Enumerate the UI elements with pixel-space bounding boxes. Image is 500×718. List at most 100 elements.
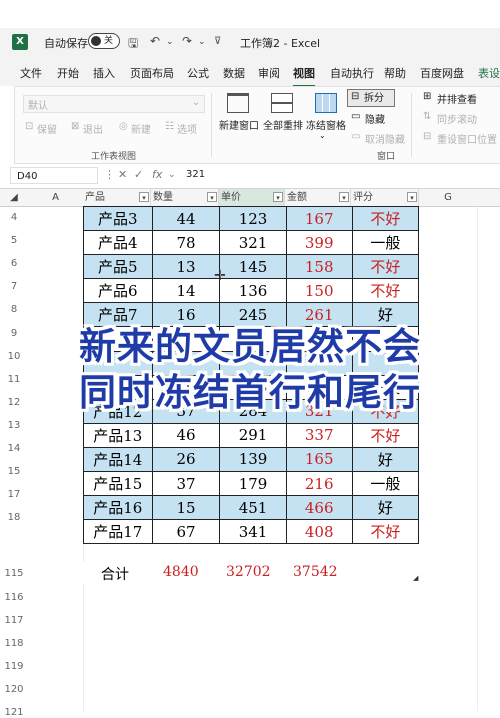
- table-row[interactable]: 产品13 46 291 337 不好: [83, 422, 420, 448]
- cell-price[interactable]: 291: [219, 422, 287, 448]
- row-number[interactable]: 120: [0, 684, 28, 695]
- arrange-all-button[interactable]: 全部重排: [263, 117, 303, 132]
- name-box[interactable]: D40: [10, 167, 98, 184]
- cell-qty[interactable]: 46: [151, 422, 221, 448]
- row-number[interactable]: 115: [0, 568, 28, 579]
- cell-qty[interactable]: 78: [151, 230, 221, 256]
- cell-price[interactable]: 179: [219, 471, 287, 497]
- cell-product[interactable]: 产品13: [83, 422, 153, 448]
- table-row[interactable]: 产品16 15 451 466 好: [83, 495, 420, 521]
- cell-amount[interactable]: 150: [285, 278, 353, 304]
- new-window-button[interactable]: 新建窗口: [219, 117, 259, 132]
- column-header-g[interactable]: G: [419, 189, 477, 206]
- filter-dropdown-icon[interactable]: ▾: [207, 192, 217, 202]
- row-number[interactable]: 118: [0, 638, 28, 649]
- table-resize-handle[interactable]: ◢: [413, 574, 418, 582]
- redo-icon[interactable]: ↷: [182, 34, 192, 48]
- cell-amount[interactable]: 167: [285, 205, 353, 232]
- cell-product[interactable]: 产品15: [83, 471, 153, 497]
- row-number[interactable]: 8: [0, 304, 28, 315]
- cell-amount[interactable]: 216: [285, 471, 353, 497]
- cell-amount[interactable]: 408: [285, 519, 353, 545]
- table-row[interactable]: 产品5 13 145 158 不好: [83, 254, 420, 280]
- tab-data[interactable]: 数据: [223, 65, 245, 81]
- cell-product[interactable]: 产品6: [83, 278, 153, 304]
- cell-amount[interactable]: 399: [285, 230, 353, 256]
- cell-price[interactable]: 123: [219, 205, 287, 232]
- table-row[interactable]: 产品15 37 179 216 一般: [83, 471, 420, 497]
- cell-amount[interactable]: 165: [285, 446, 353, 473]
- tab-file[interactable]: 文件: [20, 65, 42, 81]
- undo-dropdown-icon[interactable]: ⌄: [166, 37, 174, 47]
- filter-dropdown-icon[interactable]: ▾: [273, 192, 283, 202]
- row-number[interactable]: 119: [0, 661, 28, 672]
- sheet-view-exit[interactable]: 退出: [83, 121, 103, 136]
- row-number[interactable]: 5: [0, 235, 28, 246]
- hide-button[interactable]: 隐藏: [365, 111, 385, 126]
- cell-product[interactable]: 产品16: [83, 495, 153, 521]
- tab-formulas[interactable]: 公式: [187, 65, 209, 81]
- table-row[interactable]: 产品17 67 341 408 不好: [83, 519, 420, 545]
- side-by-side-button[interactable]: 并排查看: [437, 91, 477, 106]
- cell-product[interactable]: 产品4: [83, 230, 153, 256]
- cell-amount[interactable]: 337: [285, 422, 353, 448]
- cell-rating[interactable]: 不好: [351, 254, 420, 280]
- table-row[interactable]: 产品6 14 136 150 不好: [83, 278, 420, 304]
- cell-rating[interactable]: 不好: [351, 205, 420, 232]
- cell-qty[interactable]: 67: [151, 519, 221, 545]
- cell-rating[interactable]: 不好: [351, 422, 420, 448]
- cell-product[interactable]: 产品3: [83, 205, 153, 232]
- redo-dropdown-icon[interactable]: ⌄: [198, 37, 206, 47]
- cell-qty[interactable]: 37: [151, 471, 221, 497]
- sheet-view-new[interactable]: 新建: [131, 121, 151, 136]
- row-number[interactable]: 17: [0, 489, 28, 500]
- table-row[interactable]: 产品3 44 123 167 不好: [83, 205, 420, 232]
- tab-page-layout[interactable]: 页面布局: [130, 65, 174, 81]
- cell-qty[interactable]: 14: [151, 278, 221, 304]
- cell-rating[interactable]: 不好: [351, 519, 420, 545]
- cell-price[interactable]: 136: [219, 278, 287, 304]
- tab-view[interactable]: 视图: [293, 65, 315, 87]
- cell-amount[interactable]: 466: [285, 495, 353, 521]
- filter-header-price[interactable]: 单价 ▾: [219, 189, 285, 206]
- row-number[interactable]: 14: [0, 443, 28, 454]
- filter-header-rating[interactable]: 评分 ▾: [351, 189, 419, 206]
- sheet-view-options[interactable]: 选项: [177, 121, 197, 136]
- row-number[interactable]: 117: [0, 615, 28, 626]
- filter-header-qty[interactable]: 数量 ▾: [151, 189, 219, 206]
- tab-baidu-netdisk[interactable]: 百度网盘: [420, 65, 464, 81]
- row-number[interactable]: 116: [0, 592, 28, 603]
- insert-function-icon[interactable]: fx: [152, 168, 162, 181]
- total-row[interactable]: 合计 4840 32702 37542 ◢: [83, 562, 419, 584]
- cell-rating[interactable]: 好: [351, 495, 420, 521]
- freeze-panes-button[interactable]: 冻结窗格: [306, 117, 346, 132]
- tab-automate[interactable]: 自动执行: [330, 65, 374, 81]
- filter-dropdown-icon[interactable]: ▾: [139, 192, 149, 202]
- cell-rating[interactable]: 一般: [351, 471, 420, 497]
- column-header-a[interactable]: A: [28, 189, 83, 206]
- cell-product[interactable]: 产品17: [83, 519, 153, 545]
- cell-qty[interactable]: 26: [151, 446, 221, 473]
- cancel-icon[interactable]: ✕: [118, 168, 127, 181]
- row-number[interactable]: 15: [0, 466, 28, 477]
- filter-dropdown-icon[interactable]: ▾: [339, 192, 349, 202]
- tab-review[interactable]: 审阅: [258, 65, 280, 81]
- tab-table-design[interactable]: 表设: [478, 65, 500, 81]
- cell-rating[interactable]: 一般: [351, 230, 420, 256]
- row-number[interactable]: 121: [0, 707, 28, 718]
- tab-insert[interactable]: 插入: [93, 65, 115, 81]
- table-row[interactable]: 产品4 78 321 399 一般: [83, 230, 420, 256]
- unhide-button[interactable]: 取消隐藏: [365, 131, 405, 146]
- cell-product[interactable]: 产品5: [83, 254, 153, 280]
- cell-price[interactable]: 321: [219, 230, 287, 256]
- cell-price[interactable]: 139: [219, 446, 287, 473]
- cell-qty[interactable]: 15: [151, 495, 221, 521]
- save-icon[interactable]: 🖫: [128, 34, 138, 55]
- tab-home[interactable]: 开始: [57, 65, 79, 81]
- reset-position-button[interactable]: 重设窗口位置: [437, 131, 497, 146]
- cell-product[interactable]: 产品14: [83, 446, 153, 473]
- cell-qty[interactable]: 13: [151, 254, 221, 280]
- cell-amount[interactable]: 158: [285, 254, 353, 280]
- row-number[interactable]: 7: [0, 281, 28, 292]
- cell-price[interactable]: 341: [219, 519, 287, 545]
